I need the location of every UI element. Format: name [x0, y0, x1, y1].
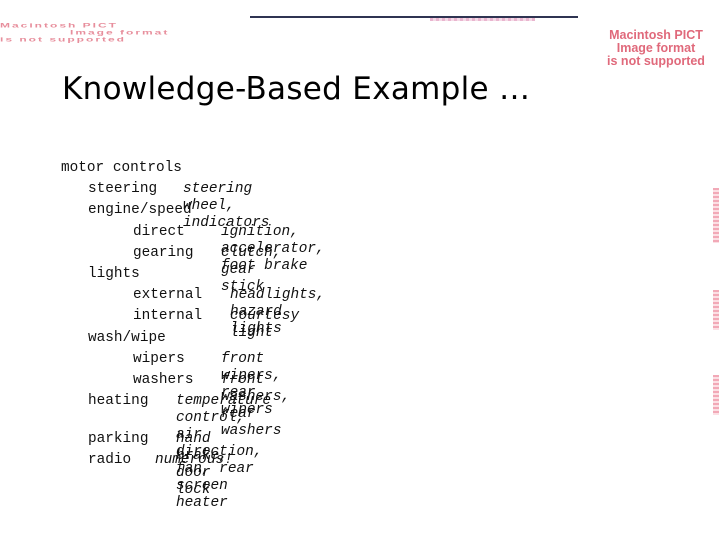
tree-term: direct [133, 223, 185, 240]
side-image-strip [713, 290, 719, 330]
tree-term: external [133, 287, 203, 304]
side-image-strip [713, 188, 719, 243]
side-image-strip [713, 375, 719, 415]
pict-line: is not supported [0, 35, 126, 44]
tree-term: wipers [133, 350, 185, 367]
tree-term: radio [88, 452, 132, 469]
tree-desc: numerous! [155, 452, 233, 469]
slide-title: Knowledge-Based Example … [62, 71, 531, 107]
faint-image-strip [430, 18, 535, 21]
tree-term: motor controls [61, 160, 182, 176]
tree-desc: courtesy light [230, 308, 300, 342]
tree-term: parking [88, 431, 149, 448]
tree-term: heating [88, 393, 149, 410]
tree-term: washers [133, 371, 194, 388]
pict-line: is not supported [607, 54, 705, 69]
tree-term: internal [133, 308, 203, 325]
tree-term: wash/wipe [88, 329, 166, 346]
tree-term: lights [88, 265, 140, 282]
tree-term: gearing [133, 244, 194, 261]
tree-term: steering [88, 181, 158, 198]
pict-placeholder-right: Macintosh PICT Image format is not suppo… [590, 28, 720, 69]
pict-placeholder-left: Macintosh PICT Image format is not suppo… [0, 22, 250, 43]
tree-term: engine/speed [88, 202, 192, 219]
